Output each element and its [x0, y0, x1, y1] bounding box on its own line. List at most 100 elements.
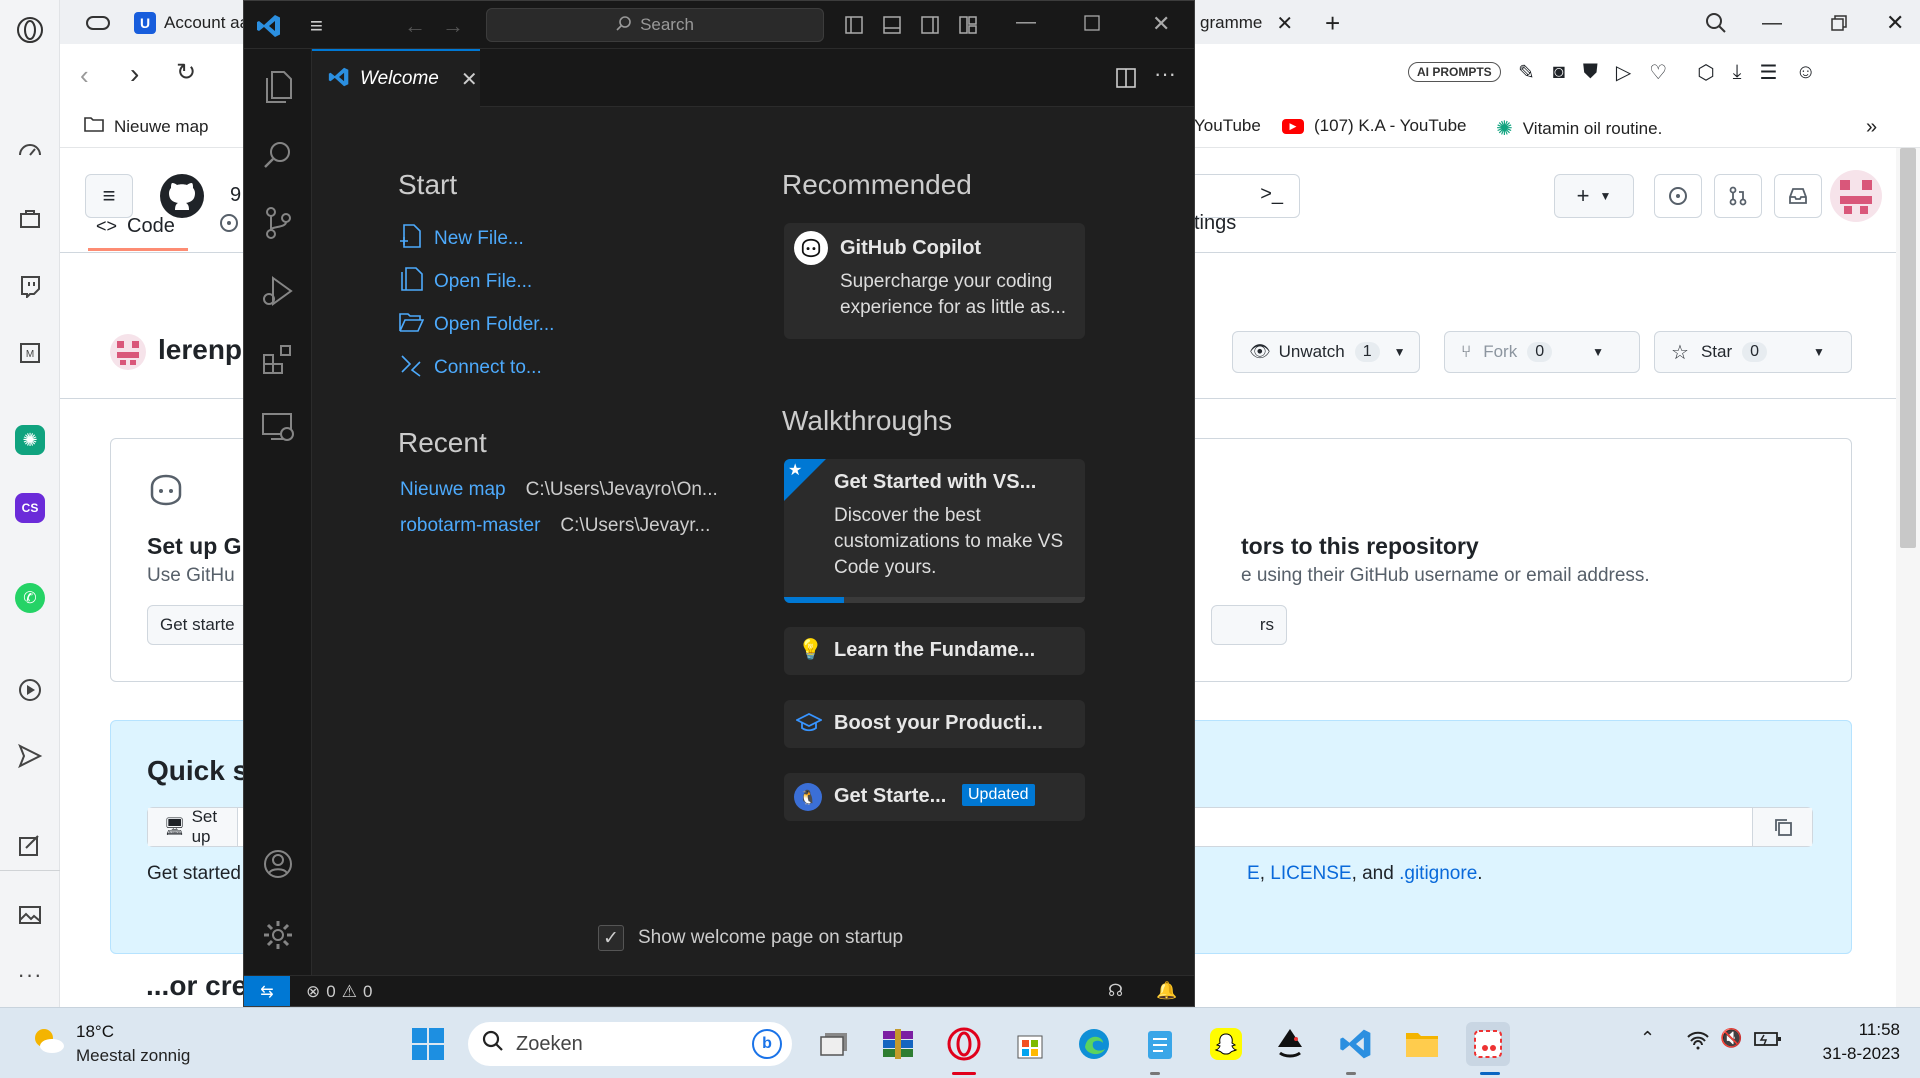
remote-explorer-icon[interactable] — [258, 407, 298, 447]
shopping-icon[interactable] — [12, 200, 48, 236]
clock-date[interactable]: 31-8-2023 — [1806, 1044, 1900, 1064]
notepad-icon[interactable] — [1138, 1022, 1182, 1066]
pull-requests-icon[interactable] — [1714, 174, 1762, 218]
recent-item[interactable]: Nieuwe map C:\Users\Jevayro\On... — [400, 479, 718, 501]
forward-button[interactable]: › — [130, 58, 139, 90]
vscode-maximize-button[interactable] — [1084, 15, 1100, 36]
page-scrollbar[interactable] — [1896, 148, 1920, 1007]
command-center-search[interactable]: Search — [486, 8, 824, 42]
player-icon[interactable] — [12, 672, 48, 708]
more-actions-icon[interactable]: ··· — [1154, 61, 1176, 87]
set-up-desktop-button[interactable]: 🖥 Set up — [148, 807, 238, 846]
wifi-icon[interactable] — [1686, 1030, 1710, 1055]
search-icon[interactable] — [258, 135, 298, 175]
show-on-startup-row[interactable]: ✓ Show welcome page on startup — [598, 925, 903, 951]
recent-item[interactable]: robotarm-master C:\Users\Jevayr... — [400, 515, 710, 537]
manage-gear-icon[interactable] — [258, 915, 298, 955]
back-button[interactable]: ‹ — [80, 60, 89, 91]
search-tabs-icon[interactable] — [1695, 6, 1737, 40]
show-hidden-icons[interactable]: ⌃ — [1640, 1028, 1655, 1049]
github-copilot-card[interactable]: GitHub Copilot Supercharge your coding e… — [784, 223, 1085, 339]
issues-tab-icon[interactable] — [218, 212, 240, 239]
reload-button[interactable]: ↻ — [176, 58, 196, 87]
walkthrough-get-started-updated[interactable]: 🐧 Get Starte... Updated — [784, 773, 1085, 821]
license-link[interactable]: LICENSE — [1270, 863, 1351, 884]
startup-checkbox[interactable]: ✓ — [598, 925, 624, 951]
recent-name[interactable]: Nieuwe map — [400, 479, 506, 501]
source-control-icon[interactable] — [258, 203, 298, 243]
microsoft-store-icon[interactable] — [1008, 1022, 1052, 1066]
camera-icon[interactable]: ◙ — [1553, 61, 1565, 84]
send-icon[interactable] — [12, 738, 48, 774]
profile-icon[interactable]: ☺ — [1795, 61, 1815, 84]
repo-name[interactable]: lerenp — [158, 334, 242, 366]
avatar[interactable] — [1830, 170, 1882, 222]
readme-link[interactable]: E — [1247, 863, 1260, 884]
close-window-button[interactable]: ✕ — [1876, 6, 1914, 40]
bookmark-youtube[interactable]: YouTube — [1194, 116, 1261, 136]
tab-settings[interactable]: tings — [1194, 212, 1236, 235]
task-view-icon[interactable] — [812, 1022, 856, 1066]
command-palette-icon[interactable]: >_ — [1260, 183, 1283, 206]
speed-dial-icon[interactable] — [12, 132, 48, 168]
bookmark-vitamin[interactable]: ✺ Vitamin oil routine. — [1496, 116, 1662, 141]
toggle-panel-icon[interactable] — [882, 15, 902, 40]
toggle-primary-sidebar-icon[interactable] — [844, 15, 864, 40]
copy-icon[interactable] — [1752, 808, 1812, 846]
run-debug-icon[interactable] — [258, 271, 298, 311]
vscode-minimize-button[interactable]: — — [1016, 11, 1036, 34]
walkthrough-boost-productivity[interactable]: Boost your Producti... — [784, 700, 1085, 748]
memory-icon[interactable]: M — [12, 335, 48, 371]
accounts-icon[interactable] — [258, 844, 298, 884]
new-file-link[interactable]: New File... — [398, 223, 524, 255]
cs-app-icon[interactable]: CS — [12, 490, 48, 526]
weather-icon[interactable] — [30, 1022, 66, 1058]
battery-icon[interactable] — [1754, 1030, 1782, 1053]
gamepad-icon[interactable] — [76, 6, 120, 40]
nav-back-icon[interactable]: ← — [404, 13, 426, 39]
problems-indicator[interactable]: ⊗ 0 ⚠ 0 — [306, 982, 372, 1002]
download-icon[interactable]: ⤓ — [1733, 61, 1742, 84]
restore-button[interactable] — [1820, 6, 1858, 40]
minimize-button[interactable]: — — [1752, 6, 1792, 40]
twitch-icon[interactable] — [12, 268, 48, 304]
explorer-icon[interactable] — [258, 67, 298, 107]
cube-icon[interactable]: ⬡ — [1697, 60, 1714, 85]
remote-indicator-icon[interactable]: ⇆ — [244, 976, 290, 1006]
snipping-tool-icon[interactable] — [1466, 1022, 1510, 1066]
more-icon[interactable]: ··· — [12, 957, 48, 993]
walkthrough-learn-fundamentals[interactable]: 💡 Learn the Fundame... — [784, 627, 1085, 675]
tab-welcome[interactable]: Welcome ✕ — [312, 49, 480, 107]
fork-button[interactable]: ⑂ Fork 0 ▼ — [1444, 331, 1640, 373]
whatsapp-icon[interactable]: ✆ — [12, 580, 48, 616]
open-folder-link[interactable]: Open Folder... — [398, 309, 554, 341]
heart-icon[interactable]: ♡ — [1649, 60, 1667, 85]
scrollbar-thumb[interactable] — [1900, 148, 1916, 548]
inbox-icon[interactable] — [1774, 174, 1822, 218]
customize-layout-icon[interactable] — [958, 15, 978, 40]
split-editor-icon[interactable] — [1115, 67, 1137, 94]
taskbar-search[interactable]: Zoeken b — [468, 1022, 792, 1066]
edit-icon[interactable]: ✎ — [1518, 60, 1535, 85]
close-tab-icon[interactable]: ✕ — [1276, 11, 1293, 36]
tab-programme[interactable]: gramme ✕ — [1190, 6, 1303, 40]
unwatch-button[interactable]: 👁 Unwatch 1 ▼ — [1232, 331, 1420, 373]
menu-icon[interactable]: ≡ — [310, 13, 323, 39]
issues-icon[interactable] — [1654, 174, 1702, 218]
connect-to-link[interactable]: Connect to... — [398, 352, 542, 384]
recent-name[interactable]: robotarm-master — [400, 515, 540, 537]
settings-sliders-icon[interactable]: ☰ — [1760, 60, 1778, 85]
volume-muted-icon[interactable]: 🔇 — [1720, 1028, 1742, 1049]
gitignore-link[interactable]: .gitignore — [1399, 863, 1477, 884]
inkscape-icon[interactable] — [1268, 1022, 1312, 1066]
shield-icon[interactable]: ⛊ — [1583, 61, 1598, 84]
star-button[interactable]: ☆ Star 0 ▼ — [1654, 331, 1852, 373]
walkthrough-featured-card[interactable]: ★ Get Started with VS... Discover the be… — [784, 459, 1085, 603]
feedback-icon[interactable]: ☊ — [1108, 981, 1123, 1001]
tab-code[interactable]: <> Code — [96, 204, 175, 248]
winrar-icon[interactable] — [876, 1022, 920, 1066]
weather-desc[interactable]: Meestal zonnig — [76, 1046, 190, 1066]
more-bookmarks-icon[interactable]: » — [1866, 116, 1877, 139]
vscode-taskbar-icon[interactable] — [1334, 1022, 1378, 1066]
edge-icon[interactable] — [1072, 1022, 1116, 1066]
